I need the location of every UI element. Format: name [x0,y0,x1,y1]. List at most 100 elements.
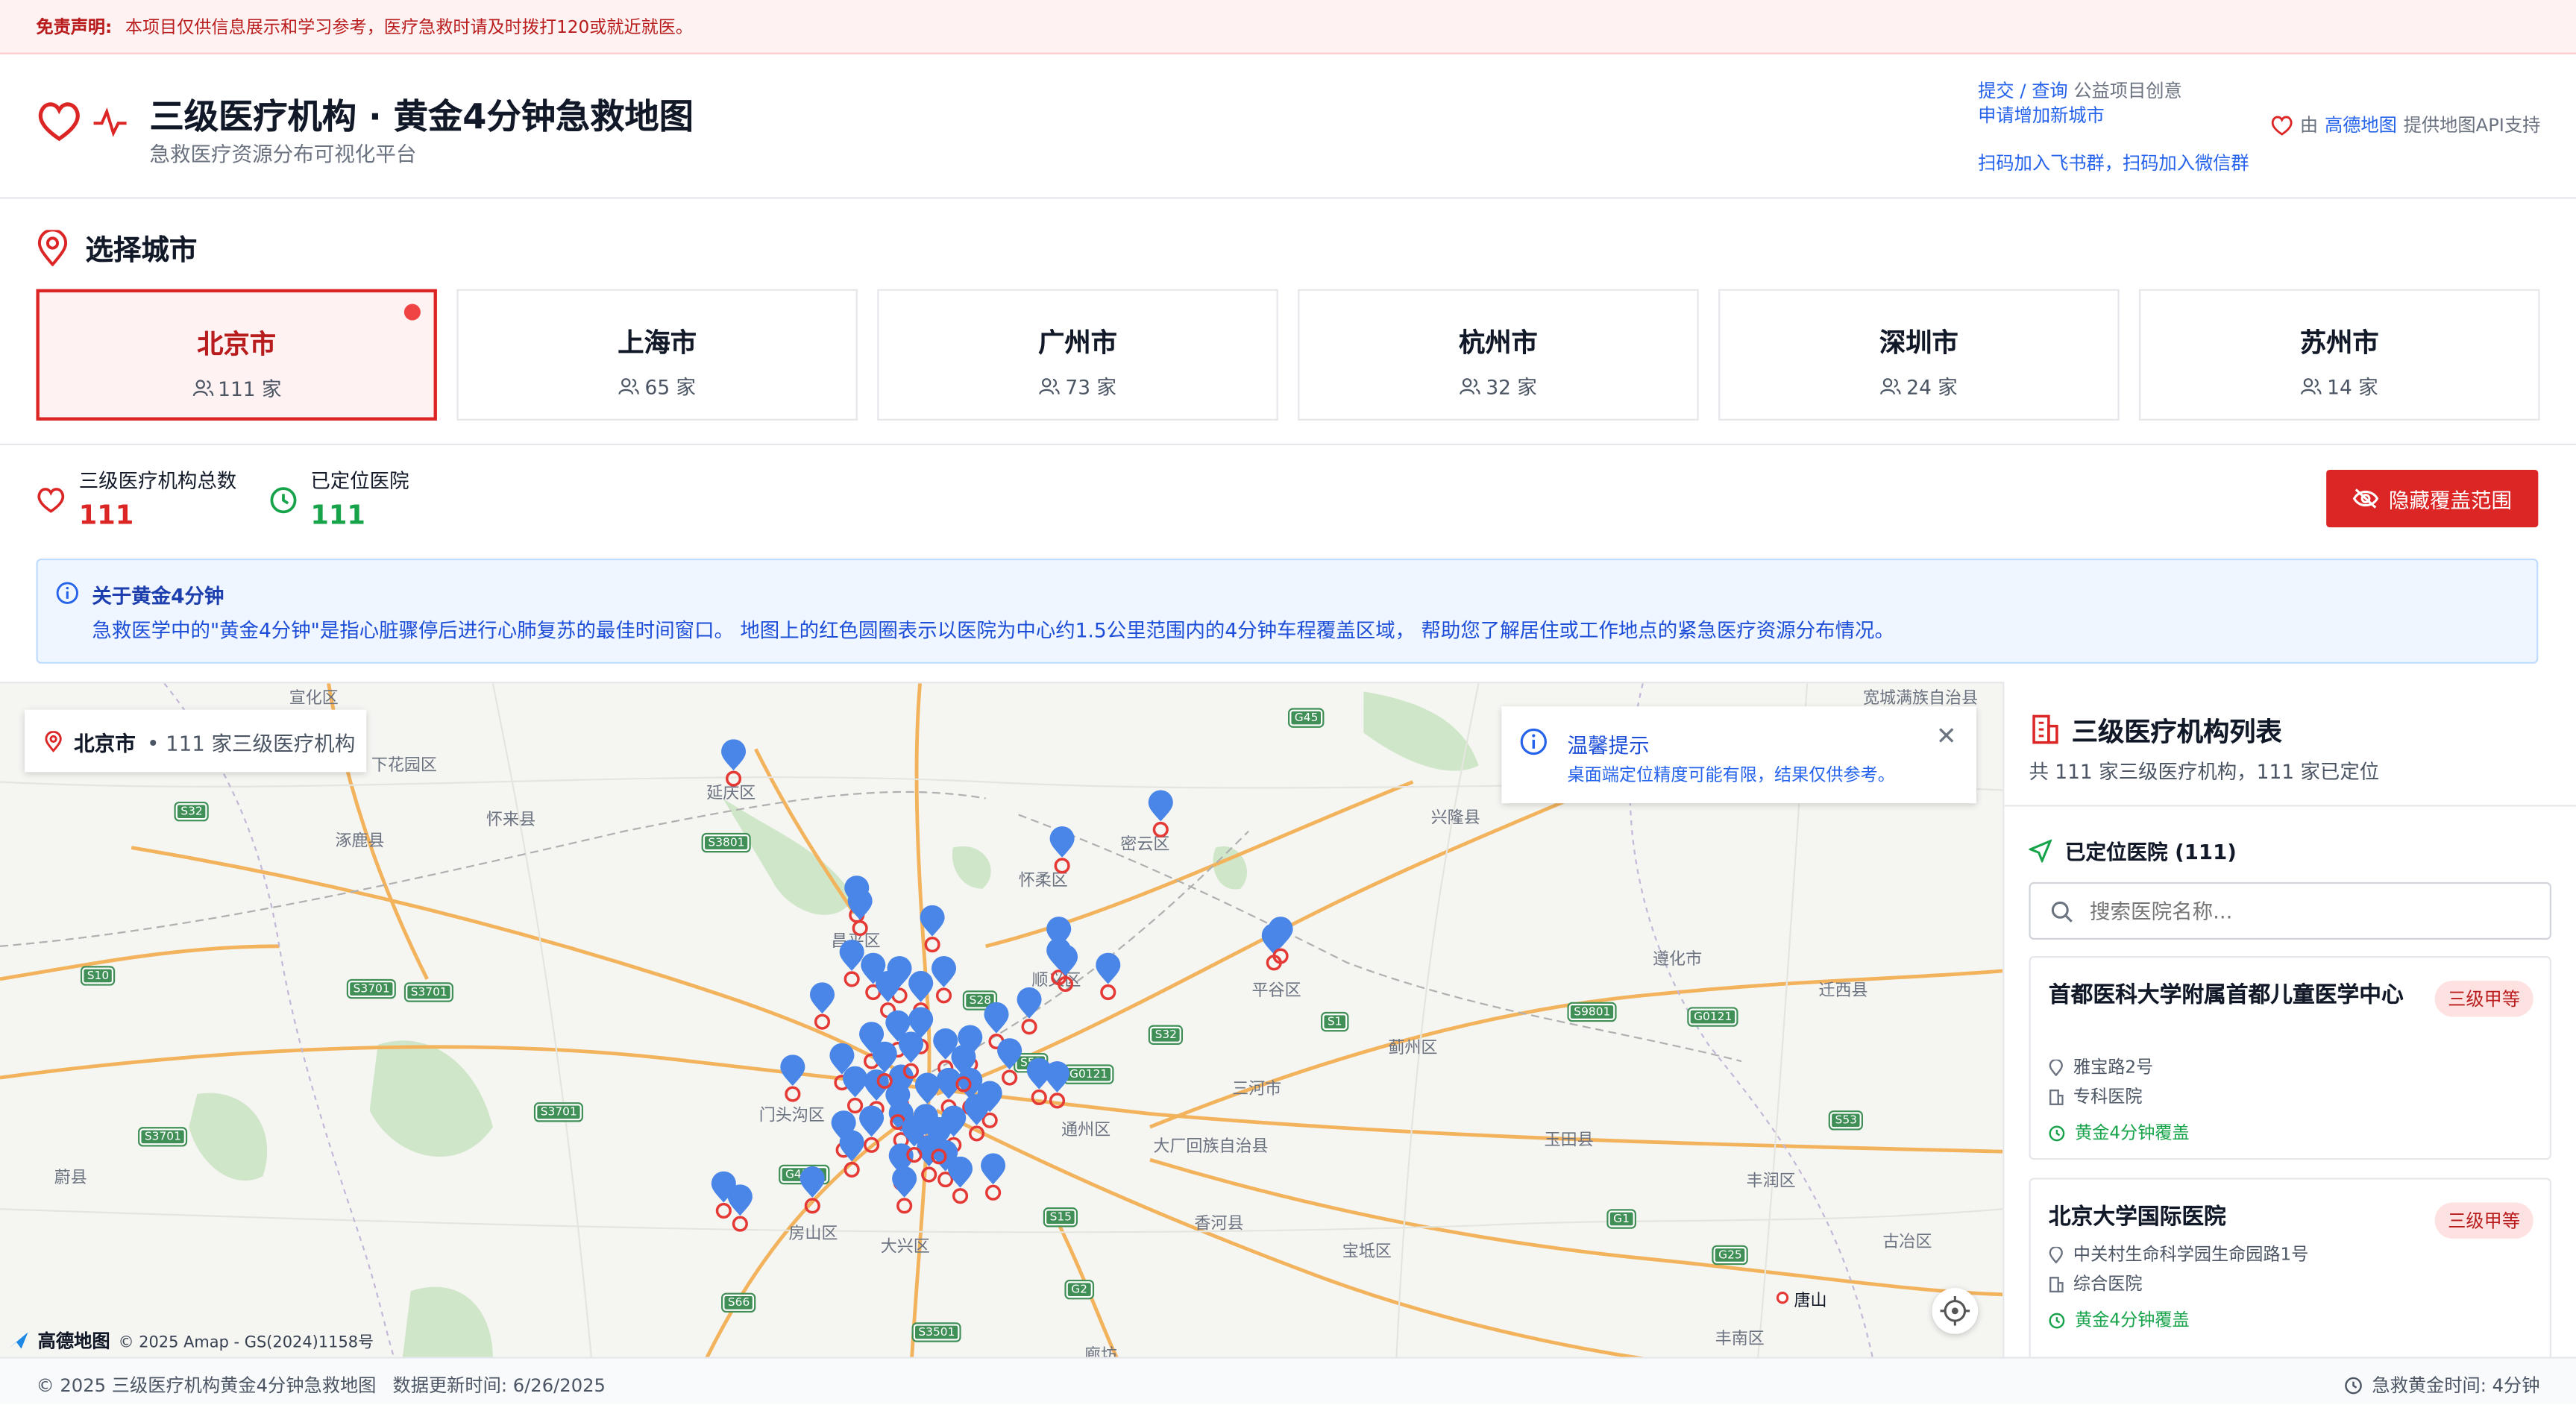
hospital-marker[interactable] [1146,790,1173,840]
users-icon [1881,378,1902,395]
hospital-marker[interactable] [1014,987,1042,1037]
add-city-link[interactable]: 申请增加新城市 [1978,102,2105,128]
city-card-guangzhou[interactable]: 广州市 73 家 [877,289,1278,421]
credit-prefix: 由 [2299,115,2319,136]
hospital-marker[interactable] [845,888,873,938]
city-card-beijing[interactable]: 北京市 111 家 [36,289,437,421]
join-groups-link[interactable]: 扫码加入飞书群，扫码加入微信群 [1978,149,2249,175]
amap-copyright: © 2025 Amap - GS(2024)1158号 [118,1333,374,1352]
road-shield: S3701 [533,1102,584,1122]
city-section-title: 选择城市 [85,235,198,268]
hospital-card[interactable]: 首都医科大学附属首都儿童医学中心 三级甲等 雅宝路2号 专科医院 黄金4分钟覆盖 [2029,956,2551,1160]
hospital-type: 综合医院 [2049,1272,2142,1296]
located-header: 已定位医院 (111) [2029,834,2237,866]
info-icon [56,582,78,604]
hospital-marker[interactable] [808,982,835,1031]
hospital-marker[interactable] [1051,944,1078,994]
hospital-marker[interactable] [837,1130,864,1180]
amap-credit-link[interactable]: 高德地图 [2325,112,2397,138]
about-panel: 关于黄金4分钟 急救医学中的"黄金4分钟"是指心脏骤停后进行心肺复苏的最佳时间窗… [36,558,2539,664]
locate-me-button[interactable] [1932,1287,1979,1334]
place-label: 丰润区 [1746,1172,1796,1192]
hospital-marker[interactable] [899,1115,927,1165]
hospital-marker[interactable] [778,1054,805,1104]
city-card-shanghai[interactable]: 上海市 65 家 [456,289,858,421]
hospital-marker[interactable] [962,1094,990,1143]
road-shield: S3801 [701,832,752,853]
city-card-shenzhen[interactable]: 深圳市 24 家 [1718,289,2120,421]
hospital-card[interactable]: 北京大学国际医院 三级甲等 中关村生命科学园生命园路1号 综合医院 黄金4分钟覆… [2029,1178,2551,1357]
place-label: 宣化区 [289,690,339,708]
disclaimer-bar: 免责声明: 本项目仅供信息展示和学习参考，医疗急救时请及时拨打120或就近就医。 [0,0,2576,54]
city-count: 111 家 [40,374,434,402]
amap-logo-icon [8,1332,28,1349]
city-card-hangzhou[interactable]: 杭州市 32 家 [1298,289,1699,421]
hospital-sidebar: 三级医疗机构列表 共 111 家三级医疗机构，111 家已定位 已定位医院 (1… [2002,682,2576,1357]
building-icon [2049,1275,2064,1292]
submit-link[interactable]: 提交 / 查询 [1978,81,2068,102]
place-label: 宽城满族自治县 [1862,690,1979,708]
hospital-marker[interactable] [924,1116,952,1166]
city-card-suzhou[interactable]: 苏州市 14 家 [2139,289,2540,421]
road-shield: S1 [1321,1011,1349,1032]
search-input[interactable] [2089,898,2533,923]
divider [0,443,2576,445]
road-shield: S32 [1148,1025,1184,1045]
hospital-marker[interactable] [726,1184,753,1233]
road-shield: G45 [1287,708,1325,728]
page-subtitle: 急救医疗资源分布可视化平台 [149,141,417,166]
hospital-marker[interactable] [890,1166,917,1216]
place-label: 怀来县 [486,811,536,830]
map-attribution: 高德地图 © 2025 Amap - GS(2024)1158号 [7,1327,374,1354]
about-title: 关于黄金4分钟 [92,585,224,609]
tip-title: 温馨提示 [1567,732,1650,758]
hospital-marker[interactable] [896,1031,924,1081]
hospital-marker[interactable] [917,905,945,955]
road-shield: S3701 [346,978,397,999]
place-label: 宝坻区 [1342,1243,1392,1262]
hospital-marker[interactable] [870,1041,897,1091]
info-icon [1520,728,1547,755]
hospital-coverage: 黄金4分钟覆盖 [2049,1307,2190,1332]
disclaimer-text: 本项目仅供信息展示和学习参考，医疗急救时请及时拨打120或就近就医。 [125,17,694,37]
clock-icon [2344,1376,2362,1394]
close-icon[interactable]: ✕ [1936,721,1957,751]
page-title: 三级医疗机构 · 黄金4分钟急救地图 [149,96,694,136]
hide-coverage-button[interactable]: 隐藏覆盖范围 [2326,470,2539,528]
hospital-marker[interactable] [797,1166,825,1216]
hospital-marker[interactable] [719,739,747,788]
hospital-marker[interactable] [995,1038,1022,1087]
hospital-marker[interactable] [1047,826,1075,876]
city-count: 32 家 [1299,373,1697,400]
city-cards: 北京市 111 家 上海市 65 家 广州市 73 家 杭州市 32 家 深圳市… [36,289,2540,421]
credit-suffix: 提供地图API支持 [2403,115,2541,136]
place-label: 房山区 [788,1225,838,1244]
users-icon [619,378,640,395]
place-label: 涿鹿县 [335,832,385,852]
city-name: 北京市 [197,328,277,360]
header: 三级医疗机构 · 黄金4分钟急救地图 急救医疗资源分布可视化平台 提交 / 查询… [0,54,2576,199]
stat-total-label: 三级医疗机构总数 [78,470,237,493]
hospital-level-badge: 三级甲等 [2434,981,2533,1017]
users-icon [2302,378,2322,395]
place-label: 兴隆县 [1430,809,1480,829]
city-count: 73 家 [879,373,1276,400]
road-shield: G0121 [1687,1007,1739,1027]
clock-icon [270,487,297,514]
hospital-marker[interactable] [978,1153,1006,1202]
heart-icon [38,102,80,142]
crosshair-icon [1940,1296,1970,1326]
hospital-marker[interactable] [949,1044,976,1094]
sidebar-header: 三级医疗机构列表 [2031,710,2282,749]
hospital-marker[interactable] [1093,952,1121,1002]
hospital-type: 专科医院 [2049,1084,2142,1109]
tip-popup: 温馨提示 桌面端定位精度可能有限，结果仅供参考。 ✕ [1501,706,1976,804]
hospital-marker[interactable] [1043,1061,1070,1110]
hospital-marker[interactable] [1266,917,1293,966]
road-shield: S32 [174,801,210,822]
stat-total-value: 111 [78,499,134,531]
hospital-name: 北京大学国际医院 [2048,1204,2226,1230]
users-icon [1460,378,1481,395]
city-name: 苏州市 [2299,327,2379,359]
place-label: 蔚县 [54,1169,87,1188]
